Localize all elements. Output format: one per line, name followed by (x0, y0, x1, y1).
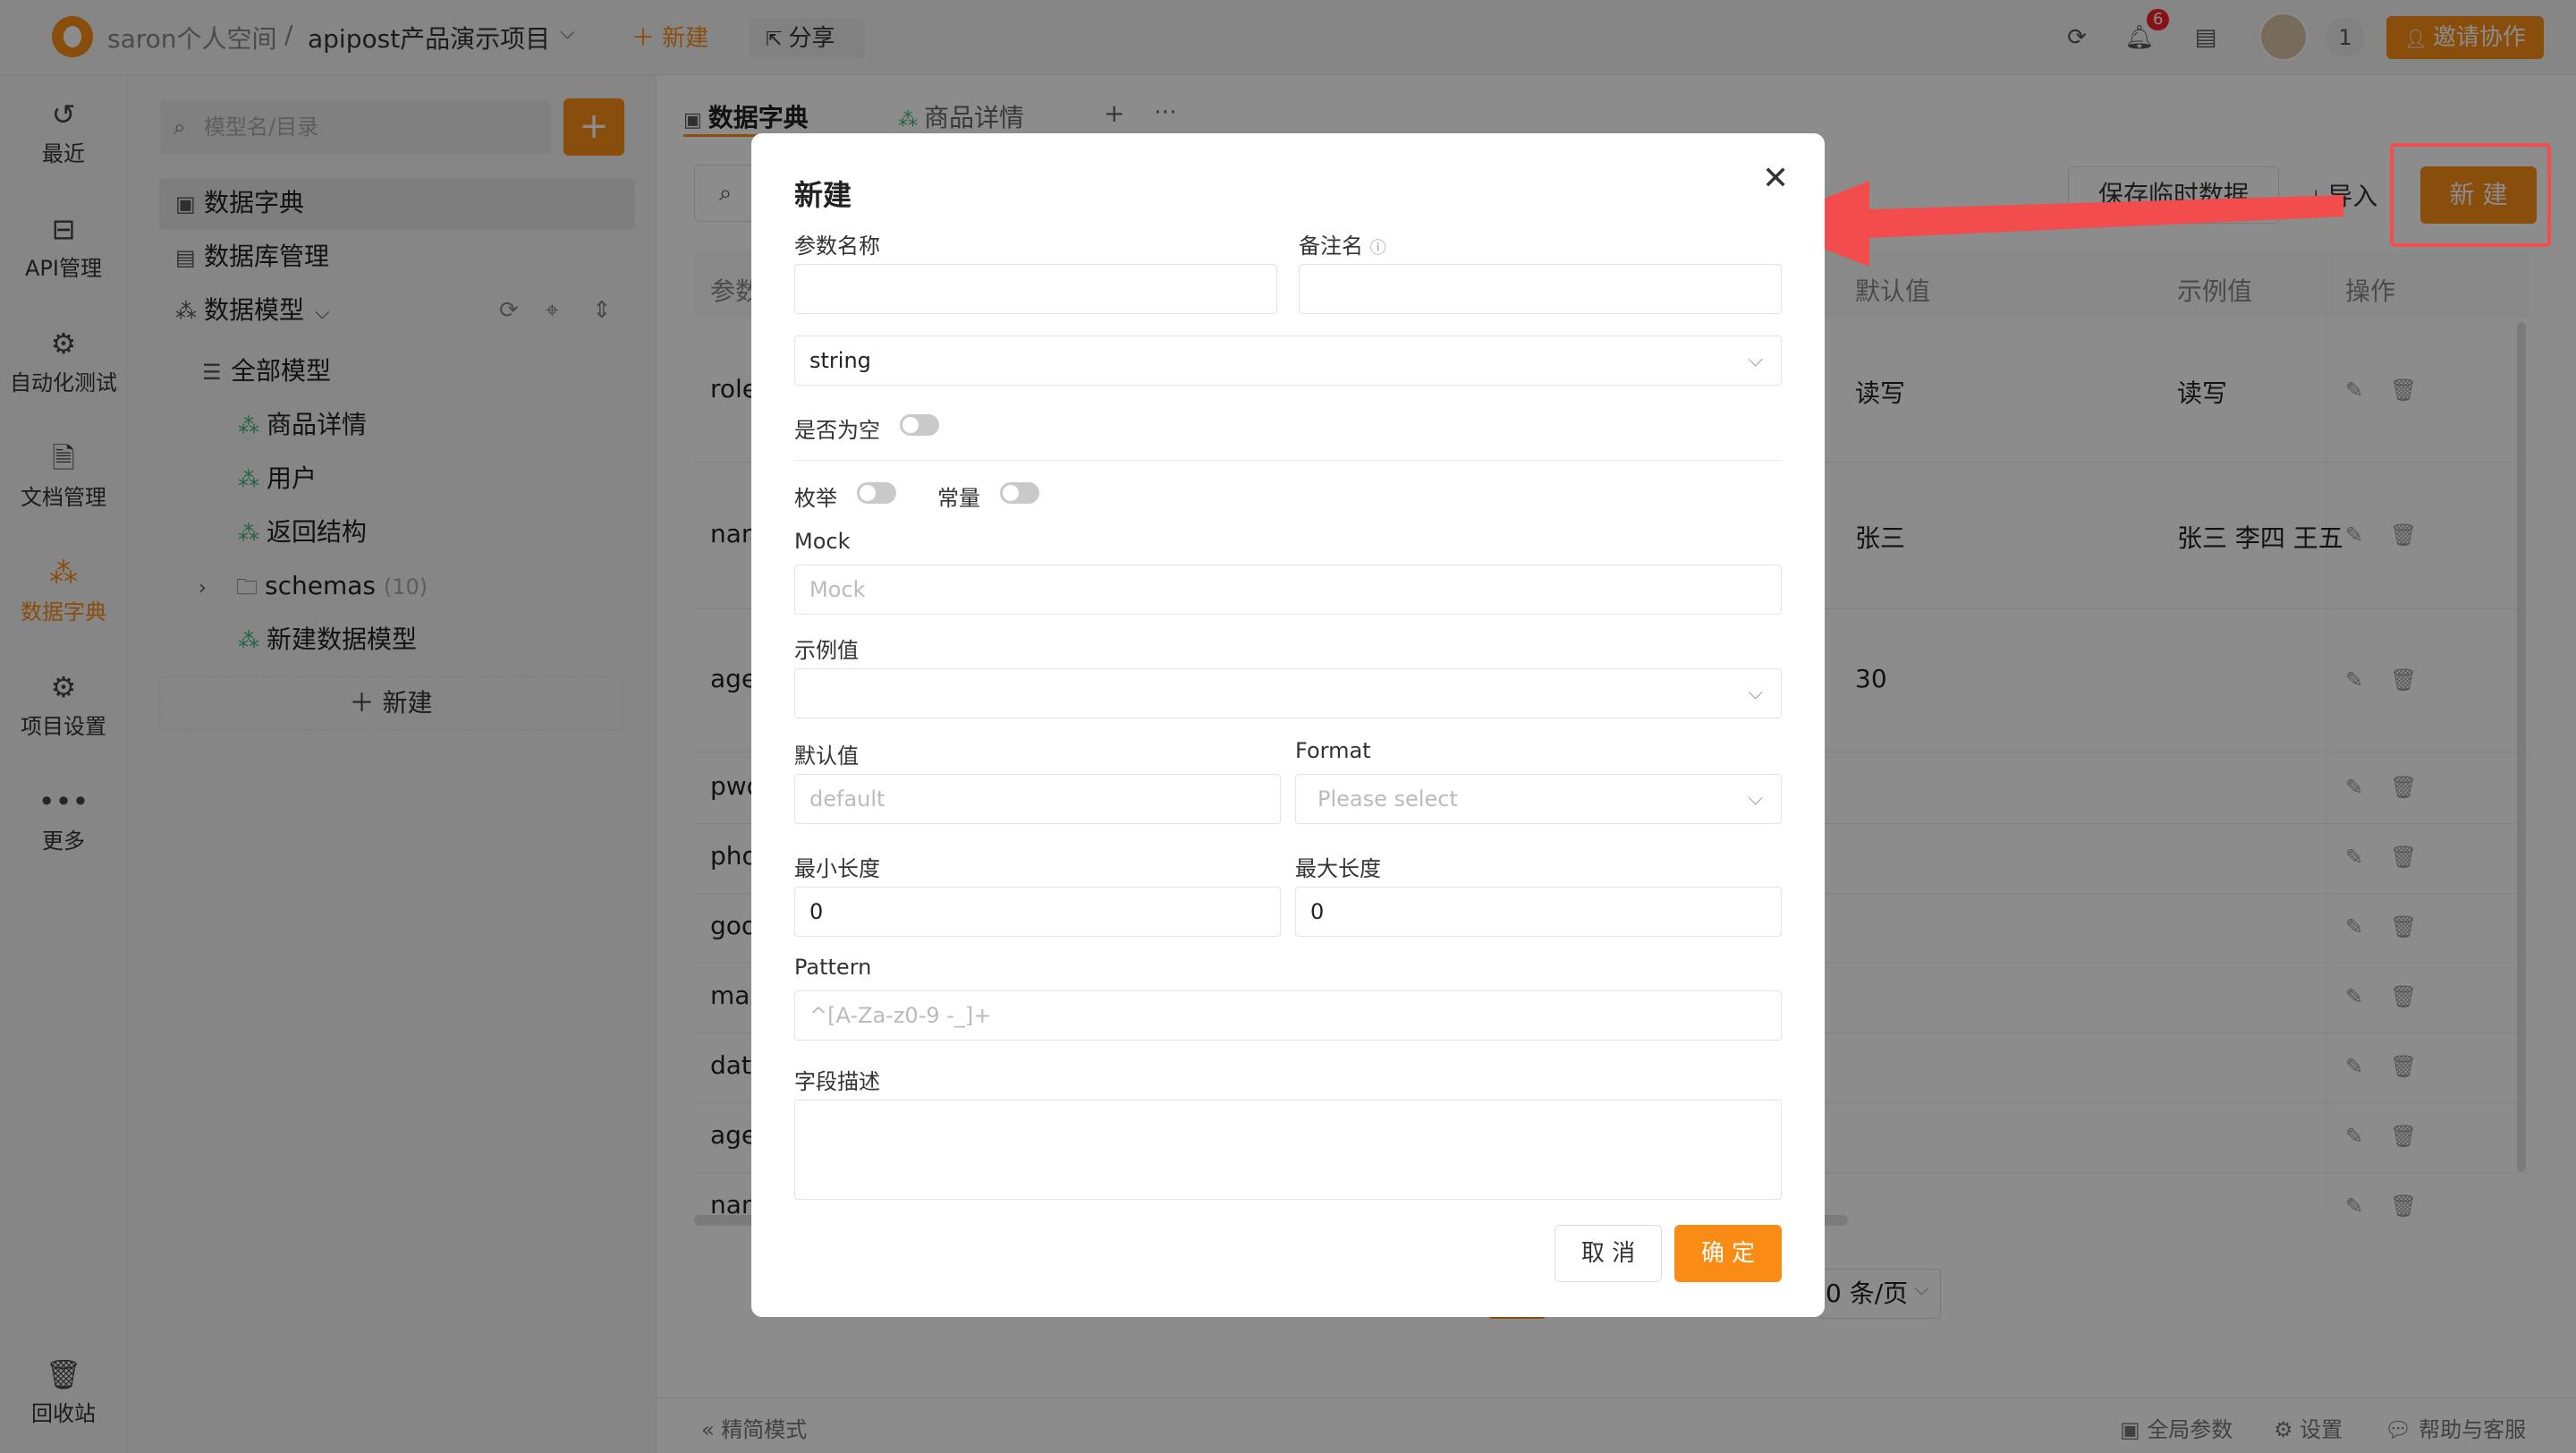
annotation-arrow (1760, 181, 2343, 267)
default-input[interactable]: default (794, 774, 1281, 824)
const-toggle[interactable] (1000, 482, 1039, 504)
pattern-label: Pattern (794, 955, 872, 980)
nullable-label: 是否为空 (794, 418, 880, 443)
format-select[interactable]: Please select ⌵ (1295, 774, 1782, 824)
max-length-label: 最大长度 (1295, 856, 1381, 881)
mock-input[interactable]: Mock (794, 565, 1782, 615)
help-circle-icon: ⓘ (1369, 239, 1386, 258)
example-select[interactable]: ⌵ (794, 668, 1782, 718)
chevron-down-icon: ⌵ (1748, 349, 1763, 371)
chevron-down-icon: ⌵ (1748, 682, 1763, 704)
param-name-input[interactable] (794, 264, 1277, 314)
type-select[interactable]: string ⌵ (794, 336, 1782, 386)
nullable-toggle[interactable] (900, 414, 939, 436)
example-label: 示例值 (794, 638, 859, 663)
default-label: 默认值 (794, 743, 859, 769)
min-length-label: 最小长度 (794, 856, 880, 881)
remark-label-text: 备注名 (1299, 234, 1363, 259)
param-name-label: 参数名称 (794, 234, 880, 259)
description-label: 字段描述 (794, 1069, 880, 1094)
divider (794, 460, 1782, 461)
max-length-input[interactable]: 0 (1295, 887, 1782, 937)
dialog-title: 新建 (794, 178, 852, 212)
confirm-button[interactable]: 确 定 (1674, 1225, 1782, 1282)
cancel-button[interactable]: 取 消 (1555, 1225, 1662, 1282)
description-textarea[interactable] (794, 1100, 1782, 1200)
remark-label: 备注名 ⓘ (1299, 228, 1386, 259)
format-label: Format (1295, 738, 1371, 763)
pattern-input[interactable]: ^[A-Za-z0-9 -_]+ (794, 990, 1782, 1041)
new-param-dialog: 新建 ✕ 参数名称 备注名 ⓘ string ⌵ 是否为空 枚举 常量 Mock … (751, 133, 1825, 1317)
format-placeholder: Please select (1318, 786, 1458, 811)
close-icon[interactable]: ✕ (1762, 160, 1789, 197)
type-value: string (809, 348, 871, 373)
enum-label: 枚举 (794, 486, 837, 511)
remark-input[interactable] (1299, 264, 1782, 314)
min-length-input[interactable]: 0 (794, 887, 1281, 937)
enum-toggle[interactable] (857, 482, 896, 504)
mock-label: Mock (794, 529, 851, 554)
annotation-highlight-box (2390, 143, 2551, 247)
chevron-down-icon: ⌵ (1748, 787, 1763, 810)
const-label: 常量 (937, 486, 980, 511)
